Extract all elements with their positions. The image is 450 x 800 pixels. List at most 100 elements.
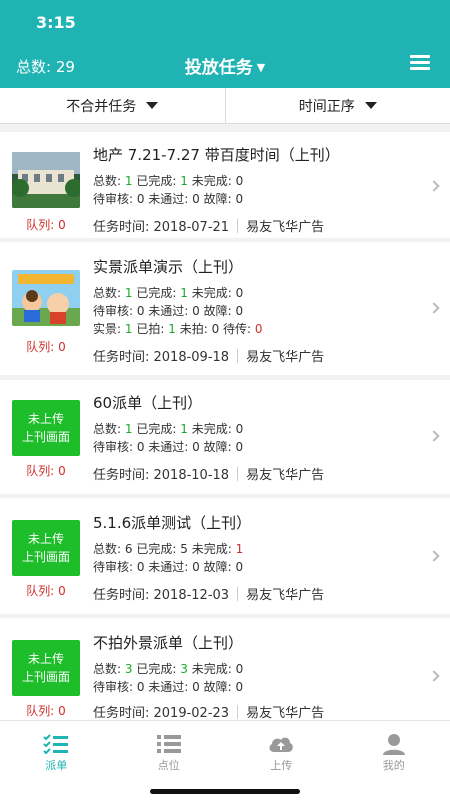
task-title: 不拍外景派单（上刊） (93, 634, 244, 652)
shot-total-value: 1 (124, 322, 133, 336)
tab-label: 点位 (157, 759, 180, 772)
task-review-line: 待审核: 0 未通过: 0 故障: 0 (93, 440, 244, 454)
total-label: 总数: (93, 542, 122, 556)
task-meta: 任务时间: 2018-10-18 易友飞华广告 (93, 464, 324, 483)
badge-line1: 未上传 (27, 652, 64, 666)
queue-count: 队列: 0 (26, 340, 66, 354)
task-time: 任务时间: 2018-07-21 (93, 220, 230, 235)
undone-label: 未完成: (191, 542, 232, 556)
undone-value: 0 (235, 662, 244, 676)
task-card[interactable]: 队列: 0 实景派单演示（上刊） 总数: 1 已完成: 1 未完成: 0 待审核… (0, 242, 450, 375)
status-bar: 3:15 (0, 0, 450, 44)
total-label: 总数: (93, 286, 122, 300)
queue-count: 队列: 0 (26, 584, 66, 598)
done-value: 1 (180, 174, 188, 188)
badge-line1: 未上传 (27, 412, 64, 426)
total-value: 3 (124, 662, 133, 676)
app-header: 总数: 29 投放任务 ▼ (0, 44, 450, 88)
task-review-line: 待审核: 0 未通过: 0 故障: 0 (93, 192, 244, 206)
total-value: 1 (124, 174, 133, 188)
sort-filter-label: 时间正序 (298, 98, 355, 115)
task-time: 任务时间: 2018-09-18 (93, 350, 230, 365)
total-value: 1 (124, 422, 133, 436)
task-stats-line: 总数: 1 已完成: 1 未完成: 0 (93, 284, 243, 301)
chevron-right-icon (428, 670, 440, 682)
task-title: 60派单（上刊） (93, 394, 203, 412)
task-thumbnail (12, 152, 80, 208)
queue-count: 队列: 0 (26, 704, 66, 718)
task-company: 易友飞华广告 (246, 588, 325, 603)
task-time: 任务时间: 2018-10-18 (93, 468, 230, 483)
task-company: 易友飞华广告 (246, 350, 325, 365)
shot-done-label: 已拍: (136, 322, 165, 336)
badge-line2: 上刊画面 (21, 430, 70, 444)
page-title-dropdown[interactable]: 投放任务 ▼ (0, 53, 450, 78)
task-meta: 任务时间: 2018-07-21 易友飞华广告 (93, 216, 324, 235)
page-title: 投放任务 (184, 58, 253, 78)
menu-icon[interactable] (410, 55, 430, 71)
chevron-down-icon: ▼ (256, 61, 266, 74)
user-icon (382, 734, 405, 755)
task-stats-line: 总数: 1 已完成: 1 未完成: 0 (93, 420, 243, 437)
task-card[interactable]: 未上传 上刊画面 队列: 0 5.1.6派单测试（上刊） 总数: 6 已完成: … (0, 498, 450, 614)
chevron-right-icon (428, 302, 440, 314)
undone-label: 未完成: (191, 662, 232, 676)
not-uploaded-badge: 未上传 上刊画面 (12, 520, 80, 576)
tab-dispatch[interactable]: 派单 (0, 721, 113, 800)
bottom-tab-bar: 派单 点位 上传 我的 (0, 720, 450, 800)
sort-filter-dropdown[interactable]: 时间正序 (224, 88, 450, 123)
task-review-line: 待审核: 0 未通过: 0 故障: 0 (93, 560, 244, 574)
task-card[interactable]: 未上传 上刊画面 队列: 0 60派单（上刊） 总数: 1 已完成: 1 未完成… (0, 380, 450, 494)
shot-pending-label: 未拍: (179, 322, 208, 336)
task-meta: 任务时间: 2019-02-23 易友飞华广告 (93, 702, 324, 720)
tab-mine[interactable]: 我的 (338, 721, 450, 800)
total-label: 总数: (93, 662, 122, 676)
undone-value: 0 (235, 286, 244, 300)
shot-pending-value: 0 (211, 322, 220, 336)
task-time: 任务时间: 2019-02-23 (93, 706, 230, 720)
undone-value: 0 (235, 422, 244, 436)
task-company: 易友飞华广告 (246, 706, 325, 720)
task-shot-line: 实景: 1 已拍: 1 未拍: 0 待传: 0 (93, 320, 263, 337)
task-card[interactable]: 未上传 上刊画面 队列: 0 不拍外景派单（上刊） 总数: 3 已完成: 3 未… (0, 618, 450, 720)
chevron-right-icon (428, 430, 440, 442)
done-label: 已完成: (136, 286, 177, 300)
task-company: 易友飞华广告 (246, 468, 325, 483)
task-review-line: 待审核: 0 未通过: 0 故障: 0 (93, 304, 244, 318)
shot-total-label: 实景: (93, 322, 122, 336)
home-indicator[interactable] (150, 789, 300, 794)
task-time: 任务时间: 2018-12-03 (93, 588, 230, 603)
undone-label: 未完成: (191, 422, 232, 436)
done-value: 5 (180, 542, 188, 556)
task-stats-line: 总数: 3 已完成: 3 未完成: 0 (93, 660, 243, 677)
task-meta: 任务时间: 2018-12-03 易友飞华广告 (93, 584, 324, 603)
task-stats-line: 总数: 1 已完成: 1 未完成: 0 (93, 172, 243, 189)
to-upload-value: 0 (254, 322, 263, 336)
task-company: 易友飞华广告 (246, 220, 325, 235)
merge-filter-dropdown[interactable]: 不合并任务 (0, 88, 225, 123)
undone-value: 0 (235, 174, 244, 188)
task-card[interactable]: 队列: 0 地产 7.21-7.27 带百度时间（上刊） 总数: 1 已完成: … (0, 132, 450, 238)
done-value: 1 (180, 422, 188, 436)
done-label: 已完成: (136, 542, 177, 556)
to-upload-label: 待传: (223, 322, 252, 336)
badge-line1: 未上传 (27, 532, 64, 546)
undone-value: 1 (235, 542, 244, 556)
badge-line2: 上刊画面 (21, 670, 70, 684)
shot-done-value: 1 (168, 322, 176, 336)
caret-down-icon (364, 102, 377, 109)
task-stats-line: 总数: 6 已完成: 5 未完成: 1 (93, 540, 243, 557)
task-list: 队列: 0 地产 7.21-7.27 带百度时间（上刊） 总数: 1 已完成: … (0, 124, 450, 720)
done-label: 已完成: (136, 422, 177, 436)
task-title: 地产 7.21-7.27 带百度时间（上刊） (93, 146, 340, 164)
task-review-line: 待审核: 0 未通过: 0 故障: 0 (93, 680, 244, 694)
undone-label: 未完成: (191, 286, 232, 300)
badge-line2: 上刊画面 (21, 550, 70, 564)
chevron-right-icon (428, 180, 440, 192)
points-list-icon (156, 735, 181, 753)
done-label: 已完成: (136, 174, 177, 188)
total-value: 1 (124, 286, 133, 300)
task-title: 实景派单演示（上刊） (93, 258, 244, 276)
not-uploaded-badge: 未上传 上刊画面 (12, 400, 80, 456)
queue-count: 队列: 0 (26, 464, 66, 478)
